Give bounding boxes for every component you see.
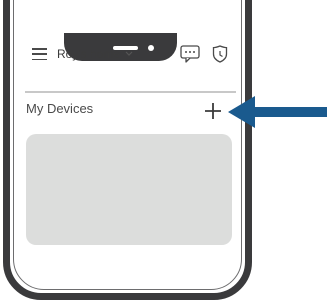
header-divider	[25, 91, 236, 93]
section-title: My Devices	[26, 101, 94, 116]
device-card-placeholder[interactable]	[26, 134, 232, 245]
plus-icon	[205, 103, 221, 119]
home-selector-label[interactable]: Roy's home	[57, 47, 120, 61]
shield-icon[interactable]	[212, 45, 228, 68]
pointer-arrow-icon	[228, 96, 327, 128]
chat-bubble-icon[interactable]	[180, 45, 200, 68]
add-device-button[interactable]	[202, 101, 224, 121]
hamburger-menu-icon[interactable]	[32, 48, 47, 60]
chevron-down-icon[interactable]	[125, 49, 133, 59]
app-header: Roy's home	[24, 40, 234, 68]
